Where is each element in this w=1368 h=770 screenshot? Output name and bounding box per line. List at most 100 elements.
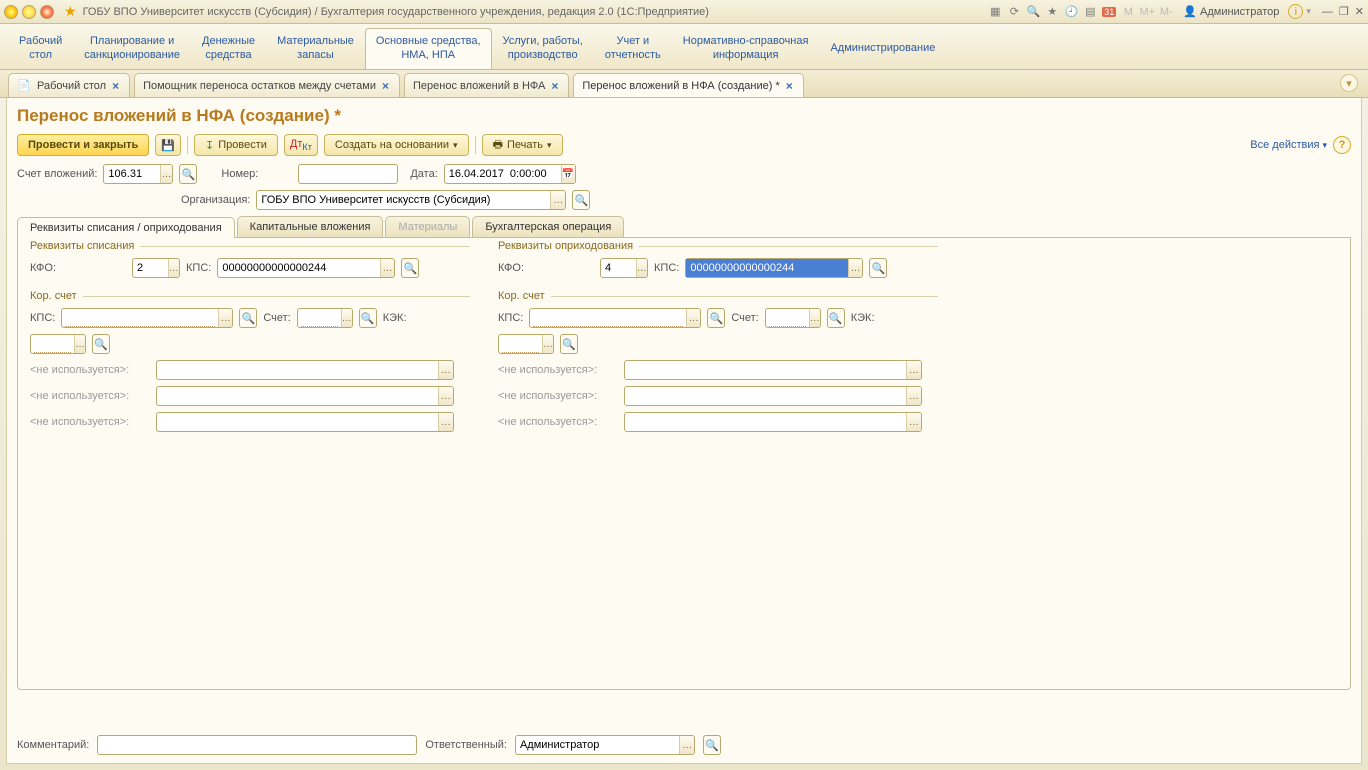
- kfo-input[interactable]: [601, 259, 636, 277]
- open-lookup-button[interactable]: 🔍: [179, 164, 197, 184]
- unused-input[interactable]: [625, 413, 906, 431]
- acct-invest-field[interactable]: …: [103, 164, 173, 184]
- choose-icon[interactable]: …: [168, 259, 179, 277]
- kps2-input[interactable]: [65, 309, 215, 327]
- date-field[interactable]: 📅: [444, 164, 576, 184]
- open-lookup-button[interactable]: 🔍: [707, 308, 725, 328]
- kps2-input[interactable]: [533, 309, 683, 327]
- tab-assistant[interactable]: Помощник переноса остатков между счетами…: [134, 73, 400, 97]
- post-button[interactable]: ↧Провести: [194, 134, 278, 156]
- tab-desktop[interactable]: 📄 Рабочий стол ×: [8, 73, 130, 97]
- open-lookup-button[interactable]: 🔍: [560, 334, 578, 354]
- choose-icon[interactable]: …: [809, 309, 820, 327]
- star-icon[interactable]: ★: [64, 3, 77, 20]
- calc-icon[interactable]: ▤: [1082, 4, 1098, 20]
- tool-icon[interactable]: ▦: [987, 4, 1003, 20]
- favorite-icon[interactable]: ★: [1044, 4, 1060, 20]
- section-planning[interactable]: Планирование и санкционирование: [73, 28, 191, 69]
- choose-icon[interactable]: …: [438, 361, 453, 379]
- choose-icon[interactable]: …: [906, 361, 921, 379]
- calendar-icon[interactable]: 31: [1102, 7, 1116, 17]
- close-icon[interactable]: ✕: [1355, 5, 1364, 18]
- m-plus-button[interactable]: M+: [1139, 4, 1155, 20]
- section-admin[interactable]: Администрирование: [819, 28, 946, 69]
- choose-icon[interactable]: …: [686, 309, 700, 327]
- tool-icon[interactable]: 🔍: [1025, 4, 1041, 20]
- save-button[interactable]: 💾: [155, 134, 181, 156]
- open-lookup-button[interactable]: 🔍: [359, 308, 377, 328]
- m-button[interactable]: M: [1120, 4, 1136, 20]
- kek-input[interactable]: [502, 335, 539, 353]
- choose-icon[interactable]: …: [906, 387, 921, 405]
- choose-icon[interactable]: …: [218, 309, 232, 327]
- open-lookup-button[interactable]: 🔍: [572, 190, 590, 210]
- schet-field[interactable]: …: [297, 308, 353, 328]
- unused-input[interactable]: [157, 387, 438, 405]
- choose-icon[interactable]: …: [679, 736, 694, 754]
- schet-input[interactable]: [301, 309, 338, 327]
- subtab-capital[interactable]: Капитальные вложения: [237, 216, 384, 237]
- maximize-icon[interactable]: ❐: [1339, 5, 1349, 18]
- kps2-field[interactable]: …: [529, 308, 701, 328]
- section-accounting[interactable]: Учет и отчетность: [594, 28, 672, 69]
- tab-transfer-new[interactable]: Перенос вложений в НФА (создание) * ×: [573, 73, 803, 97]
- tab-transfer-list[interactable]: Перенос вложений в НФА ×: [404, 73, 569, 97]
- m-minus-button[interactable]: M-: [1158, 4, 1174, 20]
- unused-input[interactable]: [625, 387, 906, 405]
- open-lookup-button[interactable]: 🔍: [92, 334, 110, 354]
- kek-input[interactable]: [34, 335, 71, 353]
- history-icon[interactable]: 🕘: [1063, 4, 1079, 20]
- comment-field[interactable]: [97, 735, 417, 755]
- date-input[interactable]: [445, 165, 561, 183]
- choose-icon[interactable]: …: [438, 387, 453, 405]
- unused-input[interactable]: [157, 413, 438, 431]
- resp-field[interactable]: …: [515, 735, 695, 755]
- unused-field[interactable]: …: [624, 386, 922, 406]
- dropdown-icon[interactable]: ▾: [1306, 6, 1311, 17]
- kfo-input[interactable]: [133, 259, 168, 277]
- org-input[interactable]: [257, 191, 550, 209]
- unused-input[interactable]: [157, 361, 438, 379]
- section-money[interactable]: Денежные средства: [191, 28, 266, 69]
- section-desktop[interactable]: Рабочий стол: [8, 28, 73, 69]
- section-fixed-assets[interactable]: Основные средства, НМА, НПА: [365, 28, 492, 69]
- kps-field[interactable]: …: [685, 258, 863, 278]
- kps2-field[interactable]: …: [61, 308, 233, 328]
- subtab-operation[interactable]: Бухгалтерская операция: [472, 216, 624, 237]
- schet-input[interactable]: [769, 309, 806, 327]
- dt-kt-button[interactable]: ДтКт: [284, 134, 318, 156]
- kps-input[interactable]: [686, 259, 847, 277]
- minimize-icon[interactable]: —: [1322, 6, 1333, 18]
- kek-field[interactable]: …: [30, 334, 86, 354]
- collapse-icon[interactable]: ▾: [1340, 74, 1358, 92]
- subtab-materials[interactable]: Материалы: [385, 216, 470, 237]
- section-services[interactable]: Услуги, работы, производство: [492, 28, 594, 69]
- kps-field[interactable]: …: [217, 258, 395, 278]
- unused-field[interactable]: …: [624, 360, 922, 380]
- unused-field[interactable]: …: [156, 360, 454, 380]
- current-user[interactable]: 👤 Администратор: [1183, 5, 1279, 18]
- post-and-close-button[interactable]: Провести и закрыть: [17, 134, 149, 156]
- number-field[interactable]: [298, 164, 398, 184]
- comment-input[interactable]: [98, 736, 416, 754]
- kfo-field[interactable]: …: [600, 258, 648, 278]
- resp-input[interactable]: [516, 736, 679, 754]
- number-input[interactable]: [299, 165, 397, 183]
- close-tab-icon[interactable]: ×: [382, 79, 389, 93]
- kfo-field[interactable]: …: [132, 258, 180, 278]
- open-lookup-button[interactable]: 🔍: [827, 308, 845, 328]
- acct-invest-input[interactable]: [104, 165, 159, 183]
- window-button-icon[interactable]: [40, 5, 54, 19]
- choose-icon[interactable]: …: [160, 165, 173, 183]
- calendar-icon[interactable]: 📅: [561, 165, 575, 183]
- help-icon[interactable]: ?: [1333, 136, 1351, 154]
- choose-icon[interactable]: …: [74, 335, 85, 353]
- open-lookup-button[interactable]: 🔍: [869, 258, 887, 278]
- tool-icon[interactable]: ⟳: [1006, 4, 1022, 20]
- choose-icon[interactable]: …: [848, 259, 863, 277]
- open-lookup-button[interactable]: 🔍: [401, 258, 419, 278]
- choose-icon[interactable]: …: [550, 191, 565, 209]
- kek-field[interactable]: …: [498, 334, 554, 354]
- unused-field[interactable]: …: [156, 386, 454, 406]
- choose-icon[interactable]: …: [542, 335, 553, 353]
